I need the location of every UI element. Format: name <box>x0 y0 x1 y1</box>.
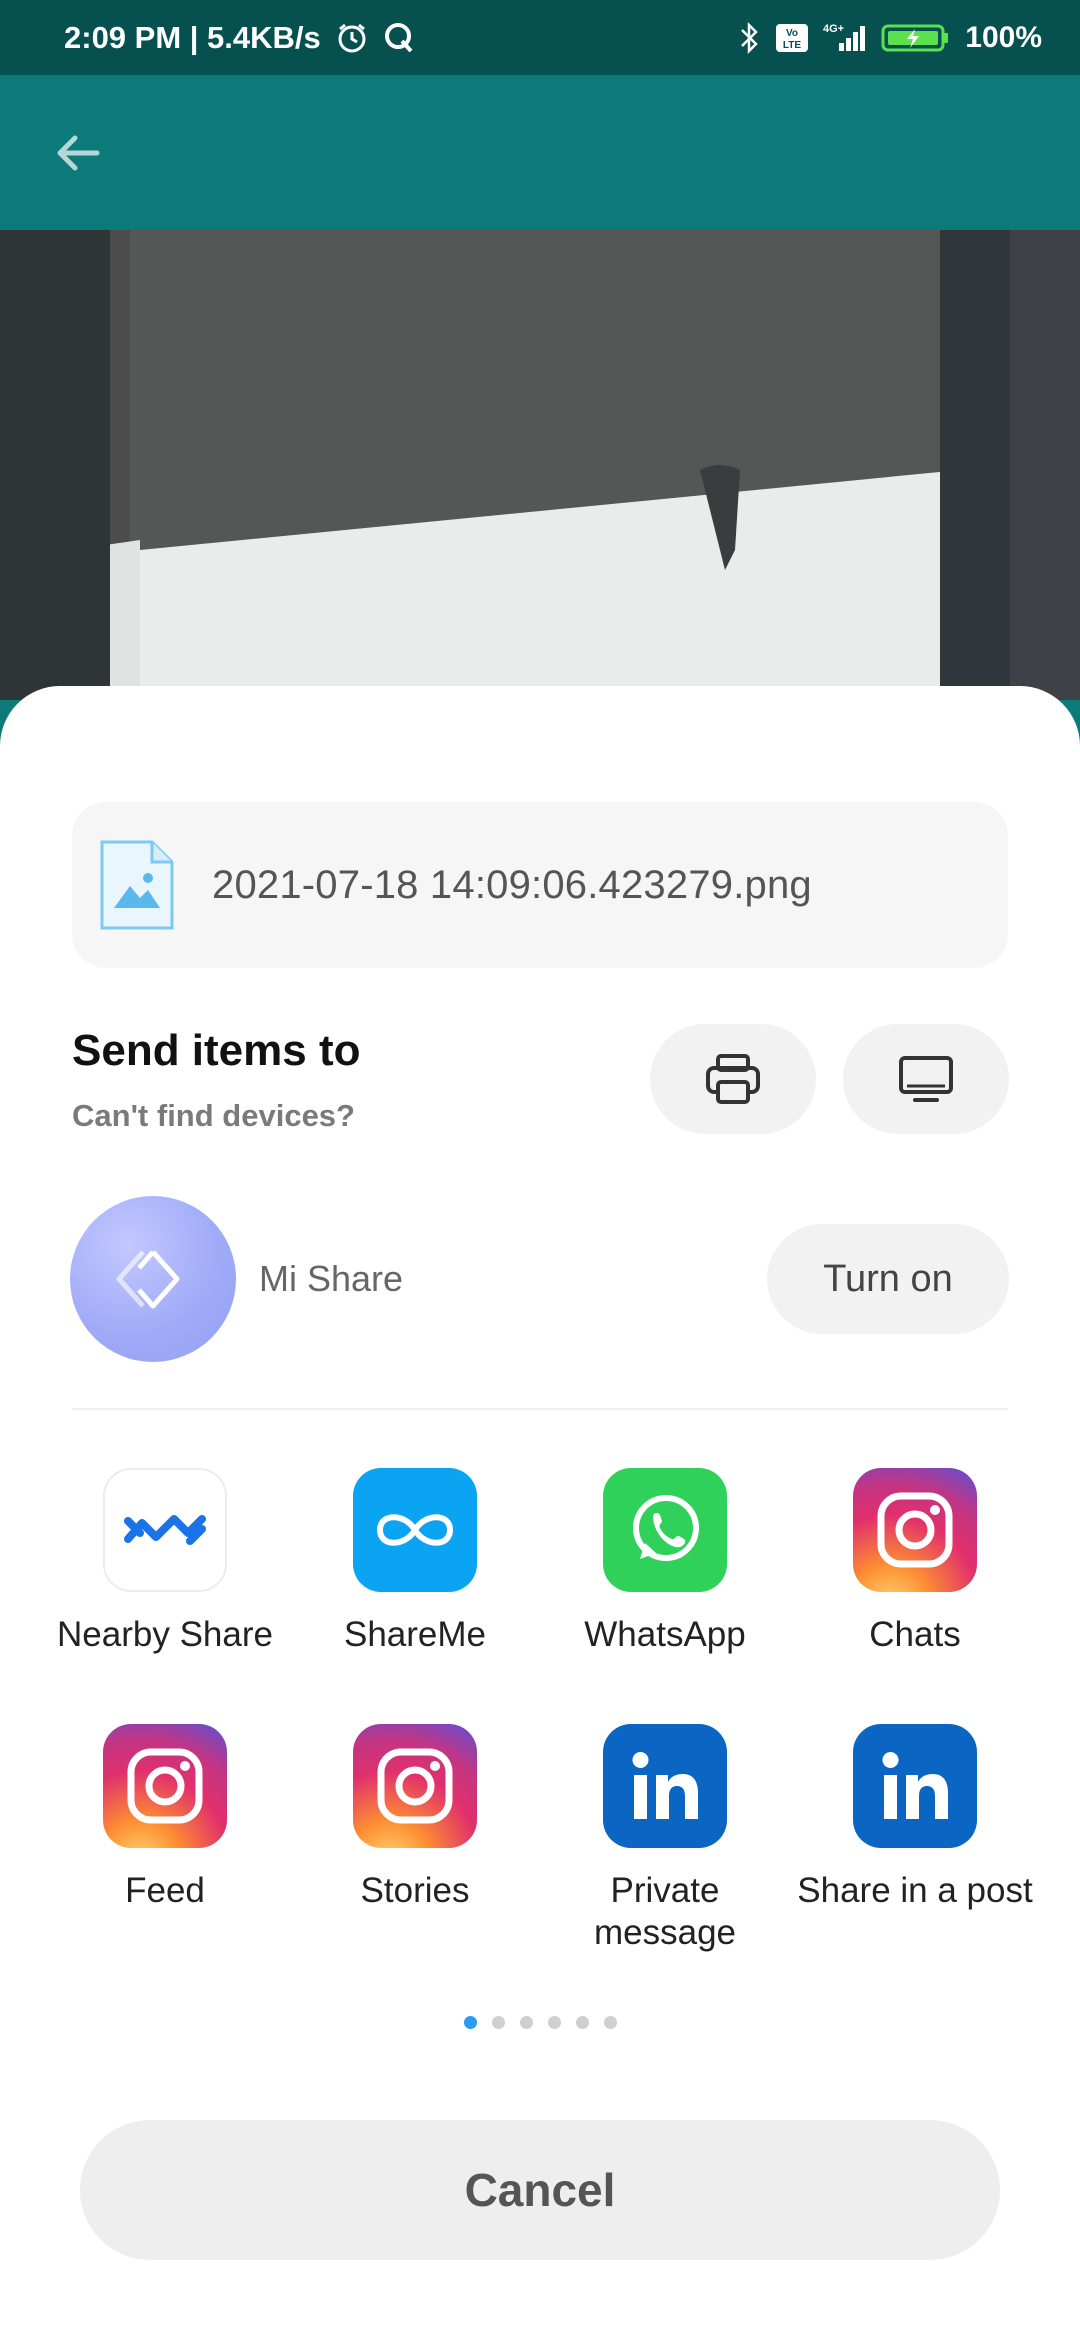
status-time: 2:09 PM | 5.4KB/s <box>64 19 321 55</box>
signal-icon: 4G+ <box>823 21 867 55</box>
app-label: Chats <box>869 1615 961 1654</box>
alarm-icon <box>335 21 369 55</box>
monitor-icon <box>899 1056 953 1102</box>
page-dot[interactable] <box>603 2016 617 2029</box>
print-button[interactable] <box>650 1024 816 1134</box>
app-label: Feed <box>125 1871 205 1910</box>
whatsapp-icon <box>603 1468 727 1592</box>
page-dot[interactable] <box>575 2016 589 2029</box>
divider <box>72 1408 1008 1410</box>
instagram-icon <box>353 1724 477 1848</box>
printer-icon <box>706 1054 760 1104</box>
linkedin-icon <box>603 1724 727 1848</box>
svg-text:LTE: LTE <box>783 40 801 51</box>
share-target-shareme[interactable]: ShareMe <box>290 1468 540 1656</box>
status-left: 2:09 PM | 5.4KB/s <box>64 0 415 75</box>
battery-percent: 100% <box>965 20 1042 54</box>
share-target-linkedin-post[interactable]: Share in a post <box>790 1724 1040 1912</box>
nearby-share-icon <box>103 1468 227 1592</box>
cant-find-devices-link[interactable]: Can't find devices? <box>72 1098 355 1134</box>
image-preview <box>0 230 1080 700</box>
linkedin-icon <box>853 1724 977 1848</box>
share-target-linkedin-message[interactable]: Private message <box>540 1724 790 1954</box>
turn-on-button[interactable]: Turn on <box>767 1224 1009 1334</box>
battery-charging-icon <box>881 21 951 55</box>
page-dot[interactable] <box>519 2016 533 2029</box>
file-name: 2021-07-18 14:09:06.423279.png <box>212 862 812 907</box>
app-label: ShareMe <box>343 1615 487 1654</box>
back-button[interactable] <box>48 123 108 183</box>
instagram-icon <box>853 1468 977 1592</box>
app-label: Nearby Share <box>57 1615 273 1654</box>
cast-screen-button[interactable] <box>843 1024 1009 1134</box>
bluetooth-icon <box>739 21 761 55</box>
app-label: Private message <box>593 1871 737 1952</box>
page-indicator <box>0 2016 1080 2029</box>
app-label: WhatsApp <box>584 1615 746 1654</box>
search-q-icon <box>383 21 415 55</box>
arrow-left-icon <box>57 135 100 171</box>
app-bar <box>0 75 1080 230</box>
share-sheet: 2021-07-18 14:09:06.423279.png Send item… <box>0 686 1080 2340</box>
mi-share-icon <box>116 1250 180 1309</box>
share-target-nearby-share[interactable]: Nearby Share <box>40 1468 290 1656</box>
share-target-instagram-chats[interactable]: Chats <box>790 1468 1040 1656</box>
svg-text:Vo: Vo <box>786 28 798 39</box>
status-right: Vo LTE 4G+ 100% <box>739 0 1042 75</box>
volte-icon: Vo LTE <box>775 21 809 55</box>
mi-share-avatar <box>70 1196 236 1362</box>
image-file-icon <box>98 838 176 932</box>
page-dot[interactable] <box>463 2016 477 2029</box>
mi-share-label: Mi Share <box>259 1258 404 1299</box>
share-target-whatsapp[interactable]: WhatsApp <box>540 1468 790 1656</box>
share-target-instagram-feed[interactable]: Feed <box>40 1724 290 1912</box>
status-bar: 2:09 PM | 5.4KB/s Vo LTE 4G+ 100% <box>0 0 1080 75</box>
cancel-button[interactable]: Cancel <box>80 2120 1000 2260</box>
page-dot[interactable] <box>491 2016 505 2029</box>
instagram-icon <box>103 1724 227 1848</box>
app-label: Stories <box>360 1871 470 1910</box>
network-type-label: 4G+ <box>823 23 844 35</box>
file-preview-card: 2021-07-18 14:09:06.423279.png <box>72 802 1008 968</box>
app-label: Share in a post <box>797 1871 1033 1910</box>
share-target-instagram-stories[interactable]: Stories <box>290 1724 540 1912</box>
send-items-title: Send items to <box>72 1026 361 1075</box>
shareme-icon <box>353 1468 477 1592</box>
page-dot[interactable] <box>547 2016 561 2029</box>
